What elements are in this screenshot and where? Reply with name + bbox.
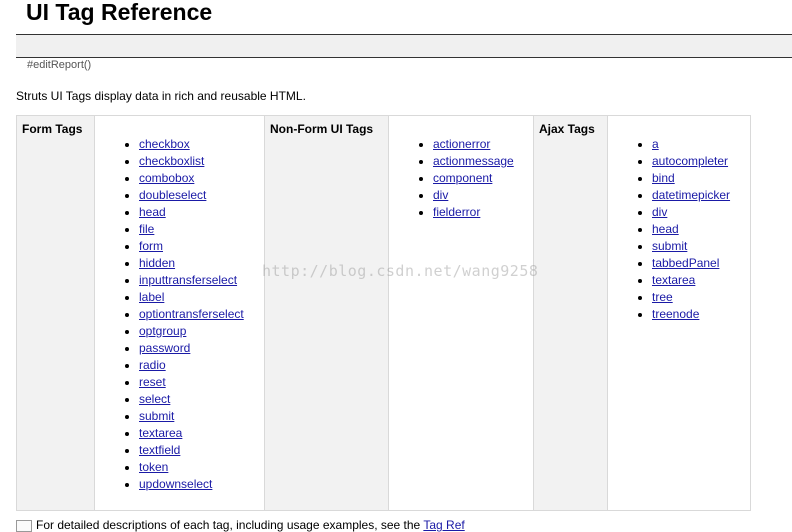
tag-list-item: datetimepicker bbox=[652, 187, 750, 204]
page-title: UI Tag Reference bbox=[26, 0, 213, 25]
tag-link-div[interactable]: div bbox=[433, 188, 448, 202]
tag-list-item: treenode bbox=[652, 306, 750, 323]
tag-list-item: div bbox=[433, 187, 533, 204]
tag-list-item: textarea bbox=[139, 425, 264, 442]
tag-link-fielderror[interactable]: fielderror bbox=[433, 205, 480, 219]
tag-link-component[interactable]: component bbox=[433, 171, 492, 185]
tag-link-actionerror[interactable]: actionerror bbox=[433, 137, 490, 151]
tag-list-item: checkbox bbox=[139, 136, 264, 153]
non-form-tags-cell: actionerror actionmessage component div fiel… bbox=[388, 115, 534, 511]
tag-list-item: select bbox=[139, 391, 264, 408]
tag-link-div[interactable]: div bbox=[652, 205, 667, 219]
tag-link-a[interactable]: a bbox=[652, 137, 659, 151]
tag-link-textarea[interactable]: textarea bbox=[652, 273, 695, 287]
tag-link-checkbox[interactable]: checkbox bbox=[139, 137, 190, 151]
tag-list-item: optiontransferselect bbox=[139, 306, 264, 323]
tag-list-item: div bbox=[652, 204, 750, 221]
tag-list-item: token bbox=[139, 459, 264, 476]
tag-link-doubleselect[interactable]: doubleselect bbox=[139, 188, 206, 202]
footer-icon bbox=[16, 520, 32, 532]
tag-link-form[interactable]: form bbox=[139, 239, 163, 253]
tag-link-optgroup[interactable]: optgroup bbox=[139, 324, 186, 338]
form-tags-list: checkbox checkboxlist combobox doubleselect… bbox=[95, 116, 264, 493]
tag-link-textarea[interactable]: textarea bbox=[139, 426, 182, 440]
footer-link-tag-reference[interactable]: Tag Ref bbox=[423, 518, 464, 532]
tag-link-datetimepicker[interactable]: datetimepicker bbox=[652, 188, 730, 202]
tag-link-autocompleter[interactable]: autocompleter bbox=[652, 154, 728, 168]
tag-list-item: bind bbox=[652, 170, 750, 187]
anchor-text: #editReport() bbox=[27, 59, 92, 71]
column-heading-ajax-tags: Ajax Tags bbox=[533, 115, 608, 511]
tag-link-hidden[interactable]: hidden bbox=[139, 256, 175, 270]
tag-link-file[interactable]: file bbox=[139, 222, 154, 236]
tag-link-radio[interactable]: radio bbox=[139, 358, 166, 372]
tag-list-item: tabbedPanel bbox=[652, 255, 750, 272]
tag-list-item: submit bbox=[139, 408, 264, 425]
tag-list-item: checkboxlist bbox=[139, 153, 264, 170]
tag-link-tree[interactable]: tree bbox=[652, 290, 673, 304]
tag-list-item: component bbox=[433, 170, 533, 187]
non-form-tags-list: actionerror actionmessage component div fiel… bbox=[389, 116, 533, 221]
tag-link-textfield[interactable]: textfield bbox=[139, 443, 180, 457]
tag-list-item: fielderror bbox=[433, 204, 533, 221]
tag-link-treenode[interactable]: treenode bbox=[652, 307, 699, 321]
tag-list-item: password bbox=[139, 340, 264, 357]
ajax-tags-list: a autocompleter bind datetimepicker div head s… bbox=[608, 116, 750, 323]
title-rule-bottom bbox=[16, 57, 792, 58]
tag-link-submit[interactable]: submit bbox=[652, 239, 687, 253]
tag-list-item: optgroup bbox=[139, 323, 264, 340]
tag-link-checkboxlist[interactable]: checkboxlist bbox=[139, 154, 204, 168]
tag-link-password[interactable]: password bbox=[139, 341, 190, 355]
tag-list-item: actionmessage bbox=[433, 153, 533, 170]
tag-link-bind[interactable]: bind bbox=[652, 171, 675, 185]
tag-list-item: radio bbox=[139, 357, 264, 374]
footer-text: For detailed descriptions of each tag, i… bbox=[36, 518, 465, 532]
tag-link-reset[interactable]: reset bbox=[139, 375, 166, 389]
tag-list-item: autocompleter bbox=[652, 153, 750, 170]
tag-link-actionmessage[interactable]: actionmessage bbox=[433, 154, 514, 168]
ajax-tags-cell: a autocompleter bind datetimepicker div head s… bbox=[607, 115, 751, 511]
tag-list-item: head bbox=[139, 204, 264, 221]
tag-table: Form Tags checkbox checkboxlist combobox do… bbox=[16, 115, 751, 511]
tag-list-item: file bbox=[139, 221, 264, 238]
tag-link-combobox[interactable]: combobox bbox=[139, 171, 194, 185]
tag-list-item: textarea bbox=[652, 272, 750, 289]
tag-link-head[interactable]: head bbox=[139, 205, 166, 219]
tag-link-updownselect[interactable]: updownselect bbox=[139, 477, 212, 491]
tag-list-item: tree bbox=[652, 289, 750, 306]
tag-link-label[interactable]: label bbox=[139, 290, 164, 304]
tag-list-item: label bbox=[139, 289, 264, 306]
tag-list-item: head bbox=[652, 221, 750, 238]
tag-list-item: submit bbox=[652, 238, 750, 255]
tag-list-item: reset bbox=[139, 374, 264, 391]
tag-link-select[interactable]: select bbox=[139, 392, 170, 406]
column-heading-non-form-ui-tags: Non-Form UI Tags bbox=[264, 115, 389, 511]
tag-list-item: textfield bbox=[139, 442, 264, 459]
tag-list-item: hidden bbox=[139, 255, 264, 272]
tag-list-item: updownselect bbox=[139, 476, 264, 493]
title-band bbox=[16, 35, 792, 57]
tag-link-tabbedpanel[interactable]: tabbedPanel bbox=[652, 256, 719, 270]
tag-list-item: inputtransferselect bbox=[139, 272, 264, 289]
tag-list-item: a bbox=[652, 136, 750, 153]
tag-list-item: form bbox=[139, 238, 264, 255]
tag-list-item: combobox bbox=[139, 170, 264, 187]
tag-link-optiontransferselect[interactable]: optiontransferselect bbox=[139, 307, 244, 321]
footer-text-body: For detailed descriptions of each tag, i… bbox=[36, 518, 421, 532]
tag-list-item: actionerror bbox=[433, 136, 533, 153]
form-tags-cell: checkbox checkboxlist combobox doubleselect… bbox=[94, 115, 265, 511]
column-heading-form-tags: Form Tags bbox=[16, 115, 95, 511]
tag-list-item: doubleselect bbox=[139, 187, 264, 204]
tag-link-head[interactable]: head bbox=[652, 222, 679, 236]
tag-link-token[interactable]: token bbox=[139, 460, 168, 474]
tag-link-inputtransferselect[interactable]: inputtransferselect bbox=[139, 273, 237, 287]
intro-text: Struts UI Tags display data in rich and … bbox=[16, 89, 306, 103]
tag-link-submit[interactable]: submit bbox=[139, 409, 174, 423]
